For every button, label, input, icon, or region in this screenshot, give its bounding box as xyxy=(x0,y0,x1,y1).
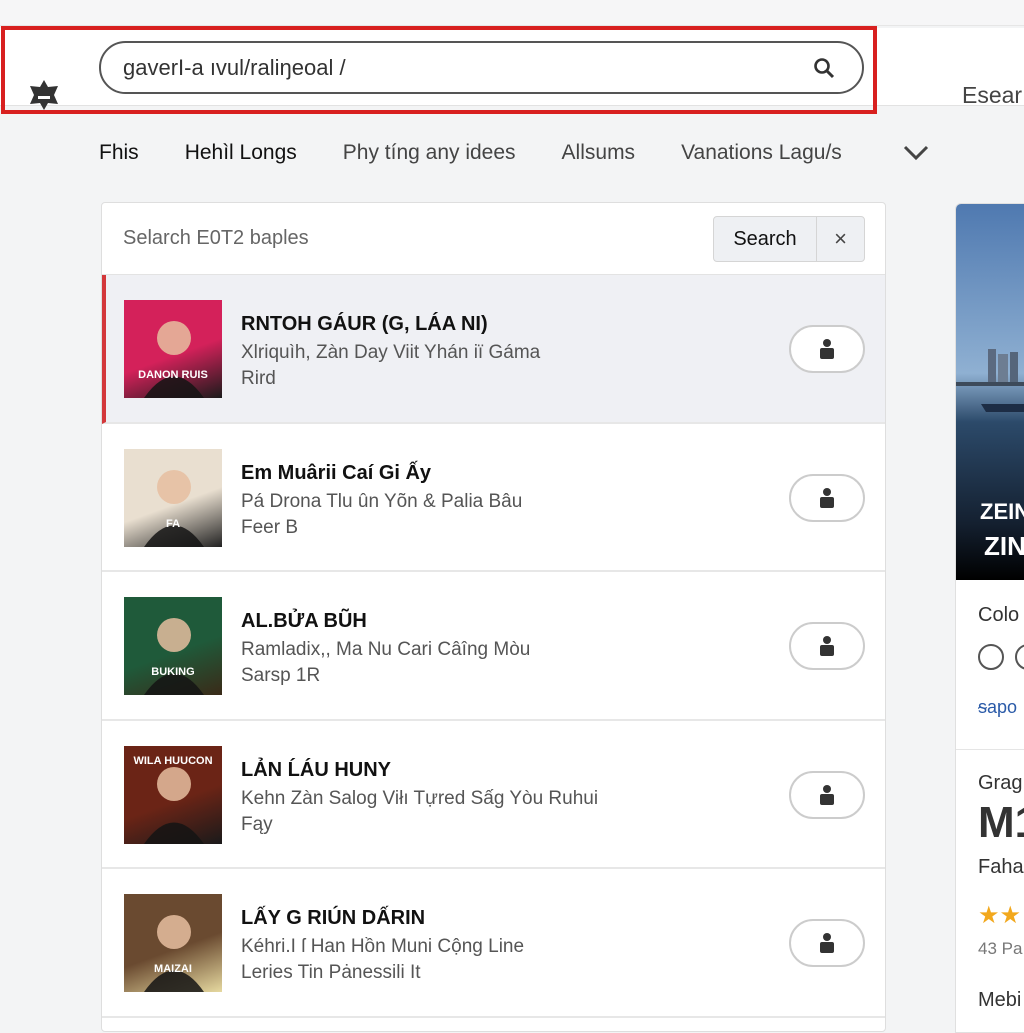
result-row[interactable]: WILA HUUCON LẢN ĹÁU HUNY Kehn Zàn Salog … xyxy=(102,720,885,869)
url-input[interactable] xyxy=(123,53,783,83)
card-label-4: Mebi xyxy=(978,989,1022,1011)
album-thumbnail[interactable]: FA xyxy=(124,448,222,547)
result-title[interactable]: AL.BỬA BŨH xyxy=(241,610,367,633)
person-icon xyxy=(820,339,834,359)
star-icon: ★ xyxy=(999,902,1022,929)
result-title[interactable]: Em Muârii Caí Gi Ấy xyxy=(241,462,431,485)
result-subtitle: Pá Drona Tlu ûn Yõn & Palia Bâu Feer B xyxy=(241,489,522,541)
result-row[interactable]: DANON RUIS RNTOH GÁUR (G, LÁA NI) Xlriqu… xyxy=(102,275,885,424)
result-row[interactable]: MAIZAI LẤY G RIÚN DẤRIN Kéhri.I ſ Han Hồ… xyxy=(102,869,885,1018)
portrait-graphic: MAIZAI xyxy=(144,915,204,992)
card-divider xyxy=(956,749,1024,750)
row-action-button[interactable] xyxy=(789,473,865,522)
album-thumbnail[interactable]: DANON RUIS xyxy=(124,300,222,398)
row-action-button[interactable] xyxy=(789,919,865,967)
svg-text:DANON RUIS: DANON RUIS xyxy=(138,369,208,381)
top-strip xyxy=(0,0,1024,26)
tab-1[interactable]: Hehìl Longs xyxy=(185,141,297,165)
results-panel: Selarch E0T2 baples Search × DANON RUIS … xyxy=(101,202,886,1032)
card-label-1: Colo xyxy=(978,604,1020,626)
card-icons xyxy=(978,644,1024,670)
url-search-box[interactable] xyxy=(99,41,864,94)
row-action-button[interactable] xyxy=(789,622,865,670)
person-icon xyxy=(820,933,834,953)
star-icon: ★ xyxy=(978,902,1000,929)
result-title[interactable]: LẤY G RIÚN DẤRIN xyxy=(241,907,425,930)
result-artists: Xlriquìh, Zàn Day Viit Yhán iï Gáma xyxy=(241,342,541,363)
result-subtitle: Ramladix,, Ma Nu Cari Câîng Mòu Sarsp 1R xyxy=(241,637,530,689)
tab-4[interactable]: Vanations Lagu/s xyxy=(681,141,842,165)
side-card-image[interactable]: ZEIN ZIN xyxy=(956,204,1024,580)
portrait-graphic: BUKING xyxy=(144,618,204,695)
result-row[interactable]: BUKING AL.BỬA BŨH Ramladix,, Ma Nu Cari … xyxy=(102,572,885,721)
card-label-2: Grag xyxy=(978,772,1023,794)
tab-2[interactable]: Phy tíng any idees xyxy=(343,141,516,165)
portrait-graphic: WILA HUUCON xyxy=(133,755,213,844)
result-title[interactable]: LẢN ĹÁU HUNY xyxy=(241,759,391,782)
svg-text:FA: FA xyxy=(166,518,180,530)
star-badge-icon[interactable] xyxy=(27,78,61,112)
row-action-button[interactable] xyxy=(789,325,865,373)
close-button[interactable]: × xyxy=(816,216,865,262)
svg-text:WILA HUUCON: WILA HUUCON xyxy=(133,755,212,767)
result-meta: Leries Tin Pȧnessili It xyxy=(241,962,421,983)
image-caption-1: ZEIN xyxy=(980,499,1024,524)
tab-bar: Fhis Hehìl Longs Phy tíng any idees Alls… xyxy=(99,141,888,165)
result-meta: Rird xyxy=(241,368,276,389)
result-artists: Kéhri.I ſ Han Hồn Muni Cộng Line xyxy=(241,936,525,957)
result-artists: Kehn Zàn Salog Viłı Tựred Sấg Yòu Ruhui xyxy=(241,787,599,809)
side-card: ZEIN ZIN Colo ᵴapo Grag M1 Faha ★★ 43 Pa… xyxy=(955,203,1024,1033)
person-icon xyxy=(820,636,834,656)
result-meta: Fąy xyxy=(241,813,273,835)
tab-0[interactable]: Fhis xyxy=(99,141,139,165)
svg-text:MAIZAI: MAIZAI xyxy=(154,963,192,975)
result-title[interactable]: RNTOH GÁUR (G, LÁA NI) xyxy=(241,313,488,336)
album-thumbnail[interactable]: MAIZAI xyxy=(124,894,222,992)
album-thumbnail[interactable]: BUKING xyxy=(124,597,222,695)
person-icon xyxy=(820,784,834,805)
row-action-button[interactable] xyxy=(789,770,865,819)
result-subtitle: Xlriquìh, Zàn Day Viit Yhán iï Gáma Rird xyxy=(241,340,540,392)
globe-icon xyxy=(1015,644,1024,670)
chevron-down-icon[interactable] xyxy=(902,142,930,164)
result-subtitle: Kehn Zàn Salog Viłı Tựred Sấg Yòu Ruhui F… xyxy=(241,786,598,838)
star-rating: ★★ xyxy=(978,901,1021,930)
result-meta: Sarsp 1R xyxy=(241,665,321,686)
svg-text:BUKING: BUKING xyxy=(151,666,194,678)
result-subtitle: Kéhri.I ſ Han Hồn Muni Cộng Line Leries T… xyxy=(241,934,524,986)
result-row[interactable]: FA Em Muârii Caí Gi Ấy Pá Drona Tlu ûn Y… xyxy=(102,423,885,572)
person-icon xyxy=(820,487,834,508)
card-link[interactable]: ᵴapo xyxy=(978,697,1017,718)
card-label-3: Faha xyxy=(978,856,1024,878)
image-caption-2: ZIN xyxy=(984,531,1024,561)
search-button[interactable]: Search xyxy=(713,216,817,262)
header-right-label[interactable]: Esear xyxy=(962,82,1022,109)
album-thumbnail[interactable]: WILA HUUCON xyxy=(124,745,222,844)
review-count: 43 Pa xyxy=(978,939,1023,958)
panel-search-input[interactable]: Selarch E0T2 baples xyxy=(123,227,309,250)
result-meta: Feer B xyxy=(241,516,299,538)
result-artists: Pá Drona Tlu ûn Yõn & Palia Bâu xyxy=(241,490,523,512)
chat-icon xyxy=(978,644,1004,670)
tab-3[interactable]: Allsums xyxy=(562,141,636,165)
portrait-graphic: DANON RUIS xyxy=(138,321,208,398)
search-icon[interactable] xyxy=(812,56,836,80)
result-artists: Ramladix,, Ma Nu Cari Câîng Mòu xyxy=(241,639,531,660)
portrait-graphic: FA xyxy=(144,469,204,547)
panel-search-row: Selarch E0T2 baples Search × xyxy=(102,203,885,275)
card-big-text: M1 xyxy=(978,798,1024,847)
